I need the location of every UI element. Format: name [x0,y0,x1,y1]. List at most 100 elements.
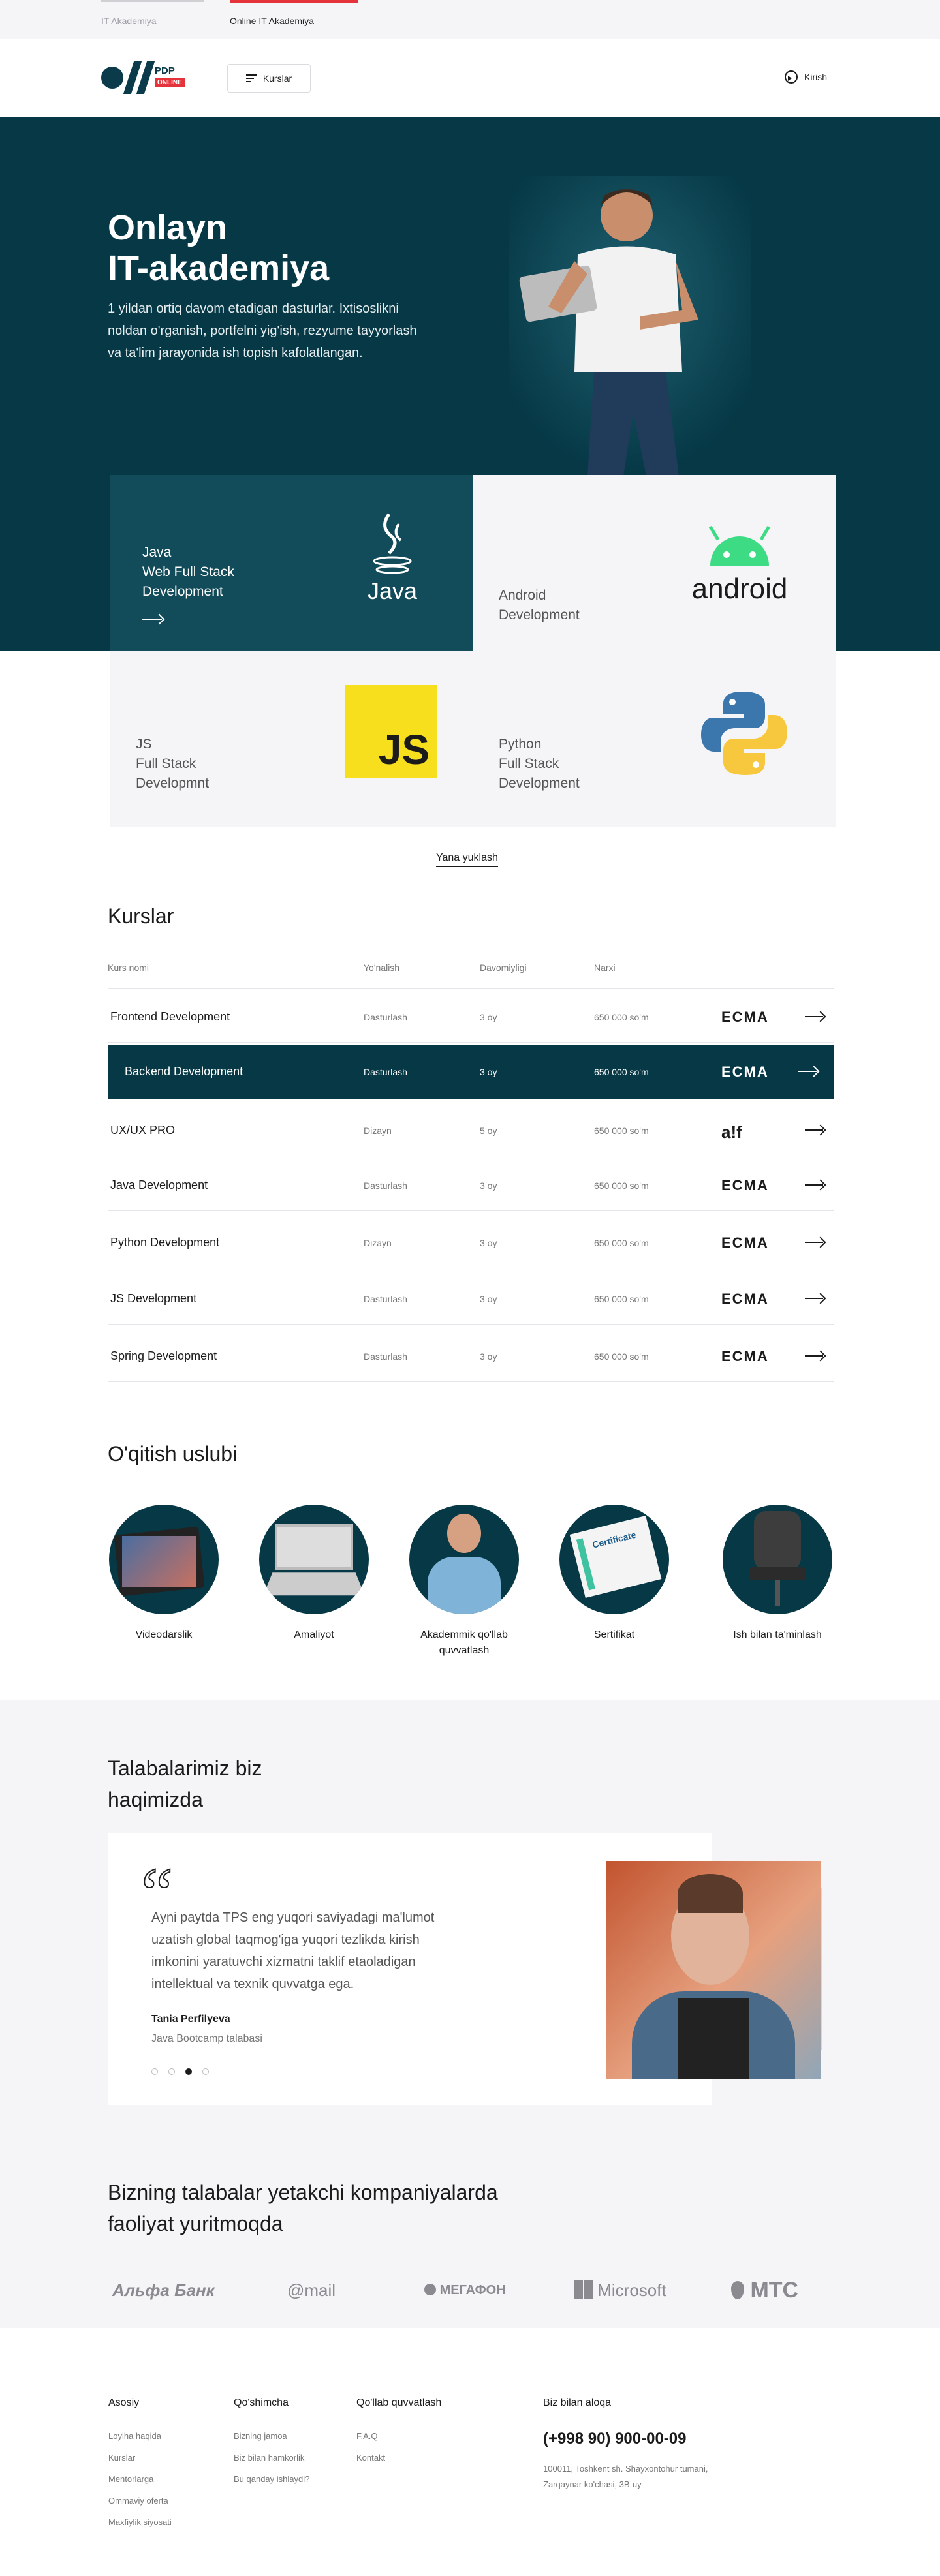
course-name: Java Development [110,1178,208,1191]
login-label: Kirish [804,72,828,82]
course-logo: ECMA [721,1064,769,1080]
footer-link[interactable]: Biz bilan hamkorlik [234,2447,309,2468]
table-row[interactable]: UX/UX PRO Dizayn 5 oy 650 000 so'm a!f [108,1104,834,1156]
academic-support-image [409,1505,519,1614]
footer-col-main: Asosiy Loyiha haqida Kurslar Mentorlarga… [108,2392,172,2533]
course-direction: Dasturlash [364,1067,407,1077]
footer-link[interactable]: Mentorlarga [108,2468,172,2490]
course-name: Spring Development [110,1349,217,1362]
footer-link[interactable]: F.A.Q [356,2425,441,2447]
tab-online-it-akademiya[interactable]: Online IT Akademiya [230,0,358,26]
tab-it-akademiya[interactable]: IT Akademiya [101,0,204,26]
carousel-dot-active[interactable] [185,2068,192,2075]
card-android-line-2: Development [499,607,580,622]
course-name: JS Development [110,1292,197,1305]
card-java[interactable]: Java Web Full Stack Development Java [110,475,473,651]
arrow-right-icon[interactable] [805,1298,823,1299]
course-duration: 3 oy [480,1238,497,1248]
course-name: Frontend Development [110,1010,230,1023]
table-row[interactable]: Python Development Dizayn 3 oy 650 000 s… [108,1216,834,1268]
card-java-label: Java Web Full Stack Development [142,543,234,602]
table-row[interactable]: Java Development Dasturlash 3 oy 650 000… [108,1159,834,1211]
card-python-line-3: Development [499,776,580,791]
arrow-right-icon[interactable] [805,1184,823,1186]
megafon-logo: МЕГАФОН [424,2283,506,2298]
testimonial-author: Tania Perfilyeva [151,2014,230,2025]
arrow-right-icon[interactable] [805,1016,823,1017]
testimonials-title-line-1: Talabalarimiz biz [108,1756,262,1780]
teaching-item-employment: Ish bilan ta'minlash [722,1505,833,1643]
course-duration: 3 oy [480,1012,497,1022]
table-row[interactable]: Frontend Development Dasturlash 3 oy 650… [108,990,834,1043]
course-name: UX/UX PRO [110,1124,176,1137]
contact-address: 100011, Toshkent sh. Shayxontohur tumani… [543,2464,708,2489]
table-row[interactable]: Backend Development Dasturlash 3 oy 650 … [108,1045,834,1099]
card-python-label: Python Full Stack Development [499,735,580,793]
teaching-item-video: Videodarslik [108,1505,219,1643]
card-python-line-1: Python [499,737,542,752]
arrow-right-icon[interactable] [805,1129,823,1131]
video-lesson-image [109,1505,219,1614]
courses-title: Kurslar [108,904,174,928]
card-android[interactable]: Android Development android [473,475,836,651]
practice-laptop-image [259,1505,369,1614]
certificate-image: Certificate [559,1505,669,1614]
python-logo-icon [701,692,787,775]
course-price: 650 000 so'm [594,1351,649,1362]
carousel-dot[interactable] [202,2068,209,2075]
course-direction: Dasturlash [364,1294,407,1304]
menu-icon [245,74,257,82]
partner-logos: Альфа Банк @mail МЕГАФОН Microsoft МТС [98,2278,842,2313]
footer-link[interactable]: Ommaviy oferta [108,2490,172,2511]
header-duration: Davomiyligi [480,962,527,973]
carousel-dot[interactable] [168,2068,175,2075]
course-direction: Dasturlash [364,1351,407,1362]
carousel-dot[interactable] [151,2068,158,2075]
mts-text: МТС [750,2278,799,2303]
courses-menu-button[interactable]: Kurslar [227,64,311,93]
course-price: 650 000 so'm [594,1294,649,1304]
table-row[interactable]: JS Development Dasturlash 3 oy 650 000 s… [108,1272,834,1325]
load-more-button[interactable]: Yana yuklash [436,852,498,867]
carousel-dots [151,2068,209,2075]
partners-title-line-2: faoliyat yuritmoqda [108,2212,283,2235]
footer-col-title: Qo'llab quvvatlash [356,2397,442,2408]
footer-link[interactable]: Loyiha haqida [108,2425,172,2447]
card-java-line-3: Development [142,584,223,599]
footer-col-title: Asosiy [108,2397,140,2408]
teaching-item-label: Amaliyot [294,1629,334,1640]
course-price: 650 000 so'm [594,1238,649,1248]
logo[interactable]: PDP ONLINE [101,61,193,94]
hero-description: 1 yildan ortiq davom etadigan dasturlar.… [108,301,417,360]
android-logo-text: android [692,573,788,605]
footer-col-support: Qo'llab quvvatlash F.A.Q Kontakt [356,2392,441,2468]
course-price: 650 000 so'm [594,1012,649,1022]
logo-circle [101,67,123,89]
java-logo-text: Java [368,577,418,604]
footer-link[interactable]: Kurslar [108,2447,172,2468]
mail-logo: @mail [287,2280,336,2300]
card-java-line-1: Java [142,545,172,560]
hero-title: Onlayn IT-akademiya [108,207,329,288]
partners-title: Bizning talabalar yetakchi kompaniyalard… [108,2177,498,2239]
arrow-right-icon[interactable] [805,1242,823,1243]
card-python[interactable]: Python Full Stack Development [473,651,836,827]
footer-link[interactable]: Bizning jamoa [234,2425,309,2447]
footer-link[interactable]: Kontakt [356,2447,441,2468]
logo-text: PDP [155,65,175,76]
arrow-right-icon[interactable] [798,1071,817,1072]
login-button[interactable]: Kirish [785,70,827,84]
table-row[interactable]: Spring Development Dasturlash 3 oy 650 0… [108,1330,834,1382]
course-duration: 3 oy [480,1294,497,1304]
site-header: PDP ONLINE Kurslar Kirish [0,39,940,117]
course-logo: a!f [721,1122,742,1142]
card-android-line-1: Android [499,588,546,603]
footer-link[interactable]: Maxfiylik siyosati [108,2511,172,2533]
testimonial-text: Ayni paytda TPS eng yuqori saviyadagi ma… [151,1910,435,1991]
card-js[interactable]: JS Full Stack Developmnt JS [110,651,473,827]
footer-col-title: Biz bilan aloqa [543,2397,612,2408]
android-logo-icon: android [692,525,788,605]
arrow-right-icon[interactable] [805,1355,823,1357]
footer-link[interactable]: Bu qanday ishlaydi? [234,2468,309,2490]
contact-phone[interactable]: (+998 90) 900-00-09 [543,2430,687,2448]
